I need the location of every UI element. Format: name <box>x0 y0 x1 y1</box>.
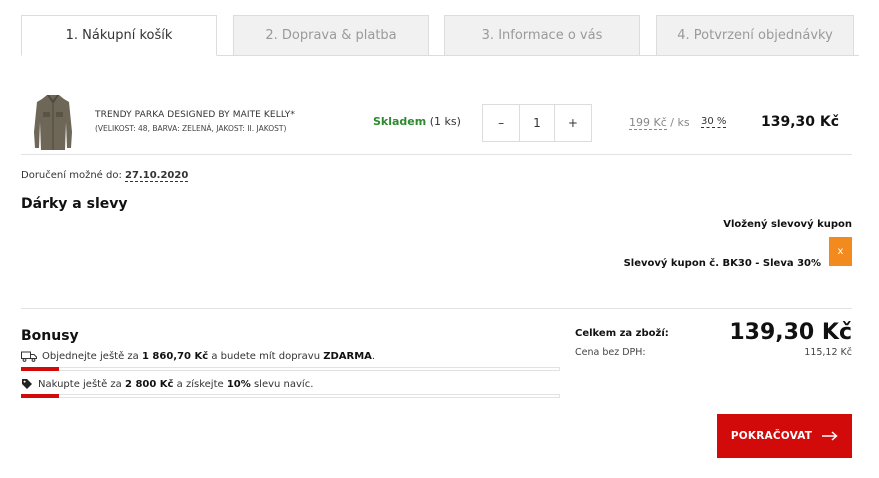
tab-order-confirmation[interactable]: 4. Potvrzení objednávky <box>656 15 854 56</box>
discount-badge: 30 % <box>701 116 727 128</box>
coupon-description: Slevový kupon č. BK30 - Sleva 30% <box>623 258 821 269</box>
progress-fill <box>21 394 59 398</box>
bonus-highlight: ZDARMA <box>323 351 372 362</box>
bonus-post: . <box>371 351 376 362</box>
row-divider <box>21 154 852 155</box>
progress-track <box>21 394 560 398</box>
delivery-label: Doručení možné do: <box>21 170 122 181</box>
bonus-free-shipping: Objednejte ještě za 1 860,70 Kč a budete… <box>21 351 560 371</box>
checkout-steps: 1. Nákupní košík 2. Doprava & platba 3. … <box>21 15 859 56</box>
net-price-label: Cena bez DPH: <box>575 347 646 358</box>
item-total: 139,30 Kč <box>761 114 840 130</box>
net-price-value: 115,12 Kč <box>804 347 852 358</box>
delivery-info: Doručení možné do: 27.10.2020 <box>21 170 189 182</box>
bonus-mid: a získejte <box>176 378 224 390</box>
arrow-right-icon <box>822 431 838 441</box>
tab-customer-info[interactable]: 3. Informace o vás <box>444 15 640 56</box>
decrease-button[interactable]: – <box>483 105 519 141</box>
stock-qty: (1 ks) <box>429 115 461 128</box>
increase-button[interactable]: + <box>555 105 591 141</box>
tab-label: 1. Nákupní košík <box>65 28 173 43</box>
progress-track <box>21 367 560 371</box>
cart-item-row: TRENDY PARKA DESIGNED BY MAITE KELLY* (V… <box>21 90 852 154</box>
stock-status: Skladem (1 ks) <box>373 115 461 128</box>
bonus-amount: 2 800 Kč <box>125 378 174 390</box>
bonuses-title: Bonusy <box>21 328 79 344</box>
bonus-extra-discount: Nakupte ještě za 2 800 Kč a získejte 10%… <box>21 378 560 398</box>
quantity-stepper: – 1 + <box>482 104 592 142</box>
stock-label: Skladem <box>373 115 427 128</box>
tab-cart[interactable]: 1. Nákupní košík <box>21 15 217 56</box>
tab-label: 2. Doprava & platba <box>265 28 397 43</box>
continue-label: POKRAČOVAT <box>730 430 813 442</box>
coupon-title: Vložený slevový kupon <box>723 219 852 230</box>
bonus-pre: Objednejte ještě za <box>42 351 139 362</box>
unit-price: 199 Kč / ks <box>629 116 690 130</box>
delivery-date: 27.10.2020 <box>125 170 189 182</box>
unit-price-value: 199 Kč <box>629 116 667 130</box>
section-divider <box>21 308 852 309</box>
tab-shipping-payment[interactable]: 2. Doprava & platba <box>233 15 429 56</box>
bonus-text: Objednejte ještě za 1 860,70 Kč a budete… <box>21 351 375 362</box>
product-image[interactable] <box>31 92 75 152</box>
tab-label: 3. Informace o vás <box>481 28 603 43</box>
bonus-mid: a budete mít dopravu <box>211 351 321 362</box>
continue-button[interactable]: POKRAČOVAT <box>717 414 852 458</box>
tag-icon <box>22 379 32 389</box>
unit-price-suffix: / ks <box>670 116 690 129</box>
gifts-title: Dárky a slevy <box>21 196 128 212</box>
bonus-post: slevu navíc. <box>253 378 314 390</box>
tab-label: 4. Potvrzení objednávky <box>677 28 833 43</box>
quantity-input[interactable]: 1 <box>519 105 555 141</box>
total-label: Celkem za zboží: <box>575 328 669 339</box>
product-variant: (VELIKOST: 48, BARVA: ZELENÁ, JAKOST: II… <box>95 124 287 133</box>
product-name[interactable]: TRENDY PARKA DESIGNED BY MAITE KELLY* <box>95 110 295 120</box>
total-value: 139,30 Kč <box>729 320 852 345</box>
bonus-highlight: 10% <box>226 378 251 390</box>
progress-fill <box>21 367 59 371</box>
remove-coupon-button[interactable]: x <box>829 237 852 266</box>
truck-icon <box>21 351 37 362</box>
bonus-pre: Nakupte ještě za <box>38 378 122 390</box>
bonus-text: Nakupte ještě za 2 800 Kč a získejte 10%… <box>21 378 313 390</box>
bonus-amount: 1 860,70 Kč <box>141 351 209 362</box>
